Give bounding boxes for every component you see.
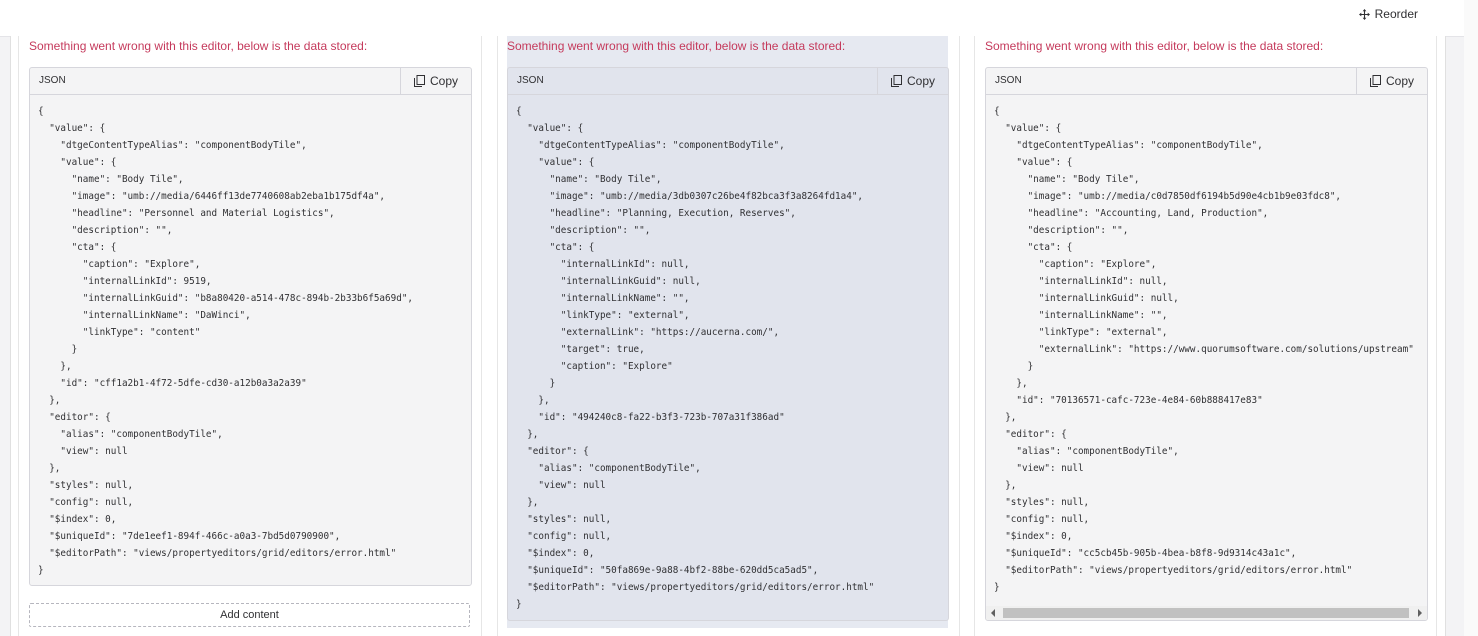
editor-error-message: Something went wrong with this editor, b… xyxy=(985,39,1324,53)
copy-icon xyxy=(1369,75,1381,87)
json-panel-header: JSON Copy xyxy=(986,68,1427,95)
copy-icon xyxy=(890,75,902,87)
copy-button[interactable]: Copy xyxy=(400,68,471,94)
horizontal-scrollbar[interactable] xyxy=(986,606,1427,620)
scroll-right-arrow-icon[interactable] xyxy=(1416,609,1424,617)
json-panel-header: JSON Copy xyxy=(508,68,948,95)
editor-error-message: Something went wrong with this editor, b… xyxy=(507,39,846,53)
json-panel-label: JSON xyxy=(39,75,66,86)
json-panel: JSON Copy { "value": { "dtgeContentTypeA… xyxy=(29,67,472,586)
json-code: { "value": { "dtgeContentTypeAlias": "co… xyxy=(994,106,1414,593)
copy-button[interactable]: Copy xyxy=(1356,68,1427,94)
json-code: { "value": { "dtgeContentTypeAlias": "co… xyxy=(38,106,414,576)
top-toolbar: Reorder xyxy=(0,0,1464,37)
json-panel-label: JSON xyxy=(517,75,544,86)
copy-label: Copy xyxy=(1385,74,1414,88)
json-panel: JSON Copy { "value": { "dtgeContentTypeA… xyxy=(507,67,949,621)
json-code: { "value": { "dtgeContentTypeAlias": "co… xyxy=(516,106,875,610)
page-vertical-scrollbar[interactable] xyxy=(1464,0,1478,636)
copy-label: Copy xyxy=(429,74,458,88)
add-content-button[interactable]: Add content xyxy=(29,603,470,627)
scrollbar-thumb[interactable] xyxy=(1003,608,1409,618)
copy-icon xyxy=(413,75,425,87)
copy-label: Copy xyxy=(906,74,935,88)
grid-column-1: Something went wrong with this editor, b… xyxy=(18,36,482,636)
json-panel-header: JSON Copy xyxy=(30,68,471,95)
grid-column-3: Something went wrong with this editor, b… xyxy=(974,36,1437,636)
reorder-button[interactable]: Reorder xyxy=(1358,6,1418,22)
copy-button[interactable]: Copy xyxy=(877,68,948,94)
move-arrows-icon xyxy=(1358,8,1370,20)
reorder-label: Reorder xyxy=(1374,7,1418,21)
json-panel-label: JSON xyxy=(995,75,1022,86)
scroll-left-arrow-icon[interactable] xyxy=(989,609,997,617)
json-panel: JSON Copy { "value": { "dtgeContentTypeA… xyxy=(985,67,1428,621)
grid-column-2: Something went wrong with this editor, b… xyxy=(497,36,960,636)
editor-error-message: Something went wrong with this editor, b… xyxy=(29,39,368,53)
